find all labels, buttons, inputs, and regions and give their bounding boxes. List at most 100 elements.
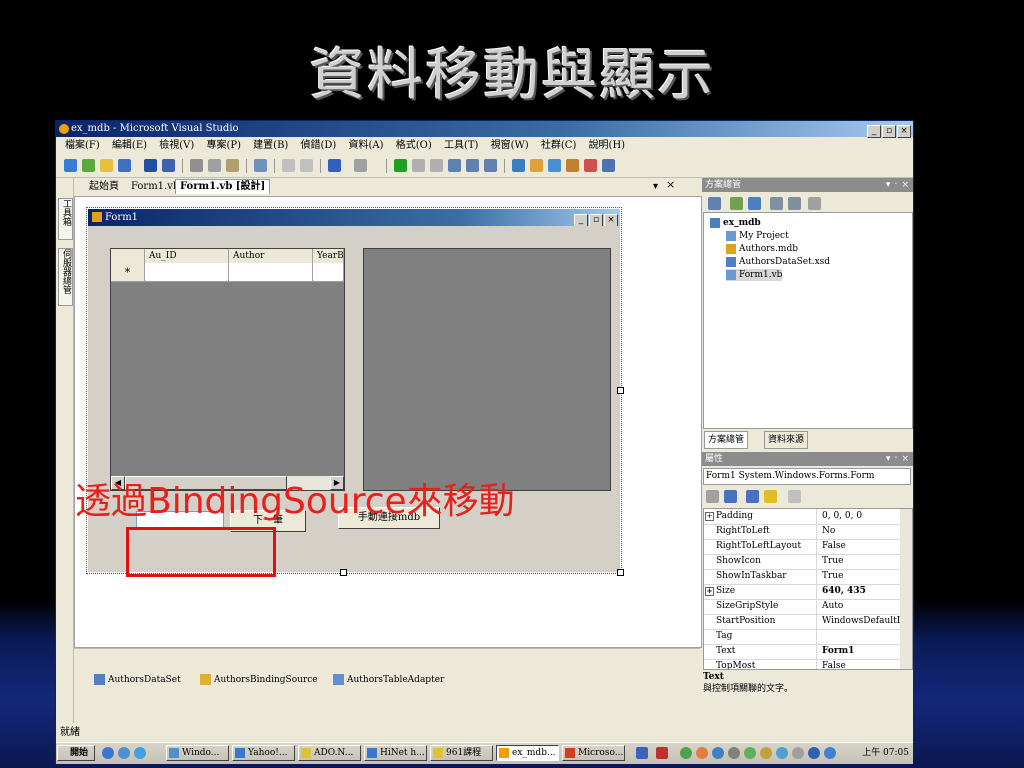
tree-item-form1-vb[interactable]: Form1.vb <box>726 269 783 281</box>
uncomment-icon[interactable] <box>300 159 313 172</box>
task-yahoo[interactable]: Yahoo!... <box>232 745 295 761</box>
network-icon[interactable] <box>808 747 820 759</box>
property-row[interactable]: + Padding 0, 0, 0, 0 <box>704 509 900 525</box>
solution-explorer-icon[interactable] <box>512 159 525 172</box>
paste-icon[interactable] <box>226 159 239 172</box>
tray-icon[interactable] <box>680 747 692 759</box>
events-icon[interactable] <box>764 490 777 503</box>
tray-authors-tableadapter[interactable]: AuthorsTableAdapter <box>333 673 444 687</box>
property-pages-icon[interactable] <box>788 490 801 503</box>
tree-item-dataset-xsd[interactable]: AuthorsDataSet.xsd <box>726 256 830 268</box>
desktop-icon[interactable] <box>118 747 130 759</box>
grid-cell[interactable] <box>313 263 344 282</box>
property-row[interactable]: StartPositionWindowsDefaultLoc <box>704 614 902 630</box>
property-value[interactable]: True <box>820 569 902 584</box>
resize-handle-right[interactable] <box>617 387 624 394</box>
add-item-icon[interactable] <box>82 159 95 172</box>
task-961-course[interactable]: 961課程 <box>430 745 493 761</box>
property-value[interactable]: False <box>820 539 902 554</box>
properties-scrollbar[interactable] <box>900 509 912 669</box>
comment-icon[interactable] <box>282 159 295 172</box>
property-row[interactable]: RightToLeft No <box>704 524 900 540</box>
start-button[interactable]: 開始 <box>57 745 95 761</box>
menu-view[interactable]: 檢視(V) <box>159 140 194 151</box>
property-row[interactable]: Text Form1 <box>704 644 900 660</box>
categorized-icon[interactable] <box>706 490 719 503</box>
tab-data-sources[interactable]: 資料來源 <box>764 431 809 449</box>
property-row[interactable]: + Size 640, 435 <box>704 584 900 600</box>
menu-project[interactable]: 專案(P) <box>206 140 241 151</box>
properties-view-icon[interactable] <box>746 490 759 503</box>
property-value[interactable]: 640, 435 <box>820 584 902 599</box>
menu-build[interactable]: 建置(B) <box>253 140 288 151</box>
start-page-icon[interactable] <box>584 159 597 172</box>
task-ex-mdb[interactable]: ex_mdb... <box>496 745 559 761</box>
tab-start-page[interactable]: 起始頁 <box>85 179 123 195</box>
more-windows-icon[interactable] <box>602 159 615 172</box>
property-value[interactable]: Auto <box>820 599 902 614</box>
property-value[interactable]: WindowsDefaultLoc <box>820 614 902 629</box>
se-properties-icon[interactable] <box>708 197 721 210</box>
grid-cell[interactable] <box>145 263 229 282</box>
tray-icon[interactable] <box>696 747 708 759</box>
property-row[interactable]: Tag <box>704 629 900 645</box>
menu-format[interactable]: 格式(O) <box>396 140 432 151</box>
menu-file[interactable]: 檔案(F) <box>65 140 100 151</box>
cut-icon[interactable] <box>190 159 203 172</box>
open-file-icon[interactable] <box>100 159 113 172</box>
add-new-item-icon[interactable] <box>118 159 131 172</box>
expand-icon[interactable]: + <box>705 587 714 596</box>
step-out-icon[interactable] <box>484 159 497 172</box>
step-over-icon[interactable] <box>466 159 479 172</box>
start-debug-icon[interactable] <box>394 159 407 172</box>
tray-icon[interactable] <box>712 747 724 759</box>
new-project-icon[interactable] <box>64 159 77 172</box>
pause-icon[interactable] <box>412 159 425 172</box>
close-button[interactable]: × <box>897 125 911 138</box>
save-all-icon[interactable] <box>162 159 175 172</box>
server-explorer-tab[interactable]: 伺服器總管 <box>58 248 73 306</box>
menu-data[interactable]: 資料(A) <box>349 140 384 151</box>
grid-column-author[interactable]: Author <box>229 249 313 263</box>
redo-icon[interactable] <box>354 159 367 172</box>
resize-handle-bottom[interactable] <box>340 569 347 576</box>
menu-debug[interactable]: 偵錯(D) <box>301 140 337 151</box>
tray-authors-dataset[interactable]: AuthorsDataSet <box>94 673 181 687</box>
property-value[interactable]: 0, 0, 0, 0 <box>820 509 902 524</box>
expand-icon[interactable]: + <box>705 512 714 521</box>
copy-icon[interactable] <box>208 159 221 172</box>
authors-datagridview[interactable]: Au_ID Author YearBo * ◀ ▶ <box>110 248 345 491</box>
toolbox-tab[interactable]: 工具箱 <box>58 198 73 240</box>
task-ado[interactable]: ADO.N... <box>298 745 361 761</box>
menu-tools[interactable]: 工具(T) <box>444 140 478 151</box>
property-value[interactable]: False <box>820 659 902 669</box>
tree-item-authors-mdb[interactable]: Authors.mdb <box>726 243 798 255</box>
task-hinet[interactable]: HiNet h... <box>364 745 427 761</box>
alphabetical-icon[interactable] <box>724 490 737 503</box>
tray-icon[interactable] <box>776 747 788 759</box>
close-document-icon[interactable]: × <box>666 178 675 191</box>
stop-icon[interactable] <box>430 159 443 172</box>
ie-icon[interactable] <box>102 747 114 759</box>
property-value[interactable]: No <box>820 524 902 539</box>
tab-list-dropdown[interactable]: ▾ <box>649 179 662 195</box>
property-value[interactable]: True <box>820 554 902 569</box>
properties-object-selector[interactable]: Form1 System.Windows.Forms.Form <box>703 468 911 485</box>
pin-icon[interactable]: ▾ ᛫ × <box>886 452 909 466</box>
save-icon[interactable] <box>144 159 157 172</box>
pin-icon[interactable]: ▾ ᛫ × <box>886 178 909 192</box>
tray-icon[interactable] <box>792 747 804 759</box>
show-all-files-icon[interactable] <box>730 197 743 210</box>
task-microsoft[interactable]: Microso... <box>562 745 625 761</box>
tray-icon[interactable] <box>760 747 772 759</box>
input-method-icon[interactable] <box>656 747 668 759</box>
menu-community[interactable]: 社群(C) <box>541 140 576 151</box>
properties-icon[interactable] <box>530 159 543 172</box>
tree-project-root[interactable]: ex_mdb <box>710 217 761 229</box>
tray-icon[interactable] <box>728 747 740 759</box>
task-windows[interactable]: Windo... <box>166 745 229 761</box>
property-value[interactable]: Form1 <box>820 644 902 659</box>
tab-solution-explorer[interactable]: 方案總管 <box>704 431 749 449</box>
class-diagram-icon[interactable] <box>808 197 821 210</box>
grid-column-yearborn[interactable]: YearBo <box>313 249 344 263</box>
